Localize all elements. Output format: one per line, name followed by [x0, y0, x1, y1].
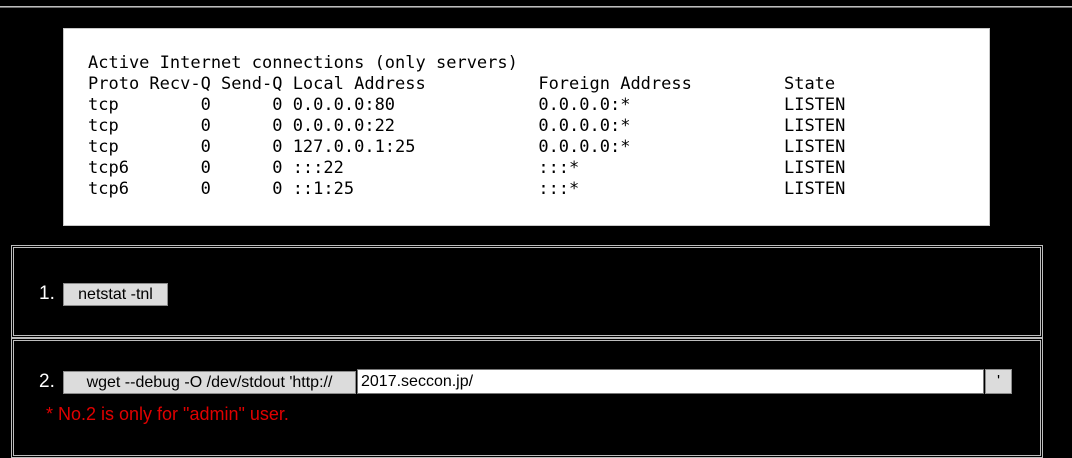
wget-button[interactable]: wget --debug -O /dev/stdout 'http://: [63, 371, 356, 394]
netstat-button[interactable]: netstat -tnl: [63, 283, 168, 306]
output-line: tcp 0 0 0.0.0.0:80 0.0.0.0:* LISTEN: [88, 95, 846, 115]
quote-close-button[interactable]: ': [985, 369, 1012, 394]
output-line: tcp 0 0 0.0.0.0:22 0.0.0.0:* LISTEN: [88, 116, 846, 136]
command-frame-2: [11, 338, 1043, 458]
item-number-2: 2.: [39, 371, 55, 392]
command-output-panel: Active Internet connections (only server…: [63, 28, 990, 226]
output-line: Proto Recv-Q Send-Q Local Address Foreig…: [88, 74, 836, 94]
output-line: tcp6 0 0 :::22 :::* LISTEN: [88, 158, 846, 178]
output-line: Active Internet connections (only server…: [88, 53, 518, 73]
item-number-1: 1.: [39, 283, 55, 304]
output-line: tcp 0 0 127.0.0.1:25 0.0.0.0:* LISTEN: [88, 137, 846, 157]
command-frame-2-inner: [13, 340, 1041, 456]
url-input[interactable]: [357, 369, 984, 394]
admin-only-note: * No.2 is only for "admin" user.: [46, 404, 289, 424]
top-divider: [0, 6, 1072, 8]
output-line: tcp6 0 0 ::1:25 :::* LISTEN: [88, 179, 846, 199]
